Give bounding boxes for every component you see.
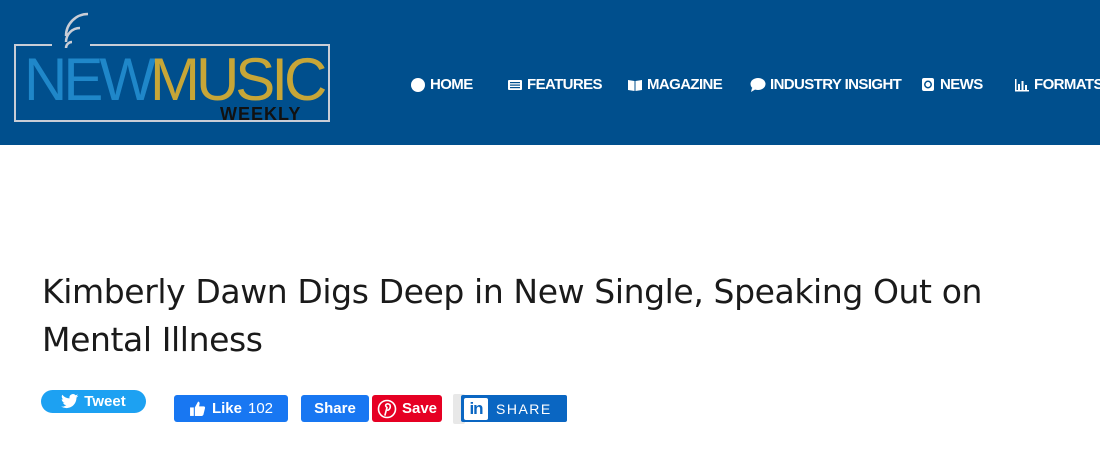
nav-item-label: HOME <box>430 75 473 93</box>
logo-word-new: NEW <box>24 46 156 113</box>
facebook-share-button[interactable]: Share <box>301 395 369 422</box>
notebook-icon <box>922 78 934 91</box>
nav-item-features[interactable]: FEATURES <box>507 72 603 96</box>
nav-item-label: MAGAZINE <box>647 75 723 93</box>
share-label: Share <box>314 400 356 417</box>
like-count: 102 <box>247 400 274 417</box>
chat-bubble-icon <box>750 78 766 92</box>
nav-item-label: FEATURES <box>527 75 603 93</box>
bar-chart-icon <box>1015 79 1029 92</box>
thumbs-up-icon <box>190 401 206 416</box>
nav-item-label: NEWS <box>940 75 983 93</box>
save-label: Save <box>401 400 438 417</box>
site-logo[interactable]: NEW MUSIC WEEKLY <box>12 8 337 128</box>
nav-item-news[interactable]: NEWS <box>920 72 983 96</box>
linkedin-icon: in <box>464 397 488 420</box>
pinterest-icon <box>377 399 397 418</box>
linkedin-share-button[interactable]: in SHARE <box>461 395 567 422</box>
logo-word-music: MUSIC <box>150 46 327 113</box>
pinterest-save-button[interactable]: Save <box>372 395 442 422</box>
twitter-bird-icon <box>61 394 79 409</box>
logo-word-weekly: WEEKLY <box>220 104 302 124</box>
book-icon <box>628 80 642 91</box>
linkedin-share-label: SHARE <box>496 400 552 417</box>
article-title: Kimberly Dawn Digs Deep in New Single, S… <box>42 272 982 359</box>
newspaper-icon <box>508 80 522 90</box>
tweet-label: Tweet <box>84 393 126 410</box>
nav-item-formats[interactable]: FORMATS <box>1014 72 1100 96</box>
nav-item-industry-insight[interactable]: INDUSTRY INSIGHT <box>750 72 902 96</box>
like-label: Like <box>211 400 242 417</box>
nav-item-label: FORMATS <box>1034 75 1100 93</box>
nav-item-home[interactable]: HOME <box>410 72 473 96</box>
nav-item-label: INDUSTRY INSIGHT <box>770 75 902 93</box>
site-header: NEW MUSIC WEEKLY HOME FEATURES MAGAZINE … <box>0 0 1100 145</box>
nav-item-magazine[interactable]: MAGAZINE <box>627 72 723 96</box>
circle-icon <box>411 78 425 92</box>
facebook-like-button[interactable]: Like 102 <box>174 395 288 422</box>
tweet-button[interactable]: Tweet <box>41 390 146 413</box>
